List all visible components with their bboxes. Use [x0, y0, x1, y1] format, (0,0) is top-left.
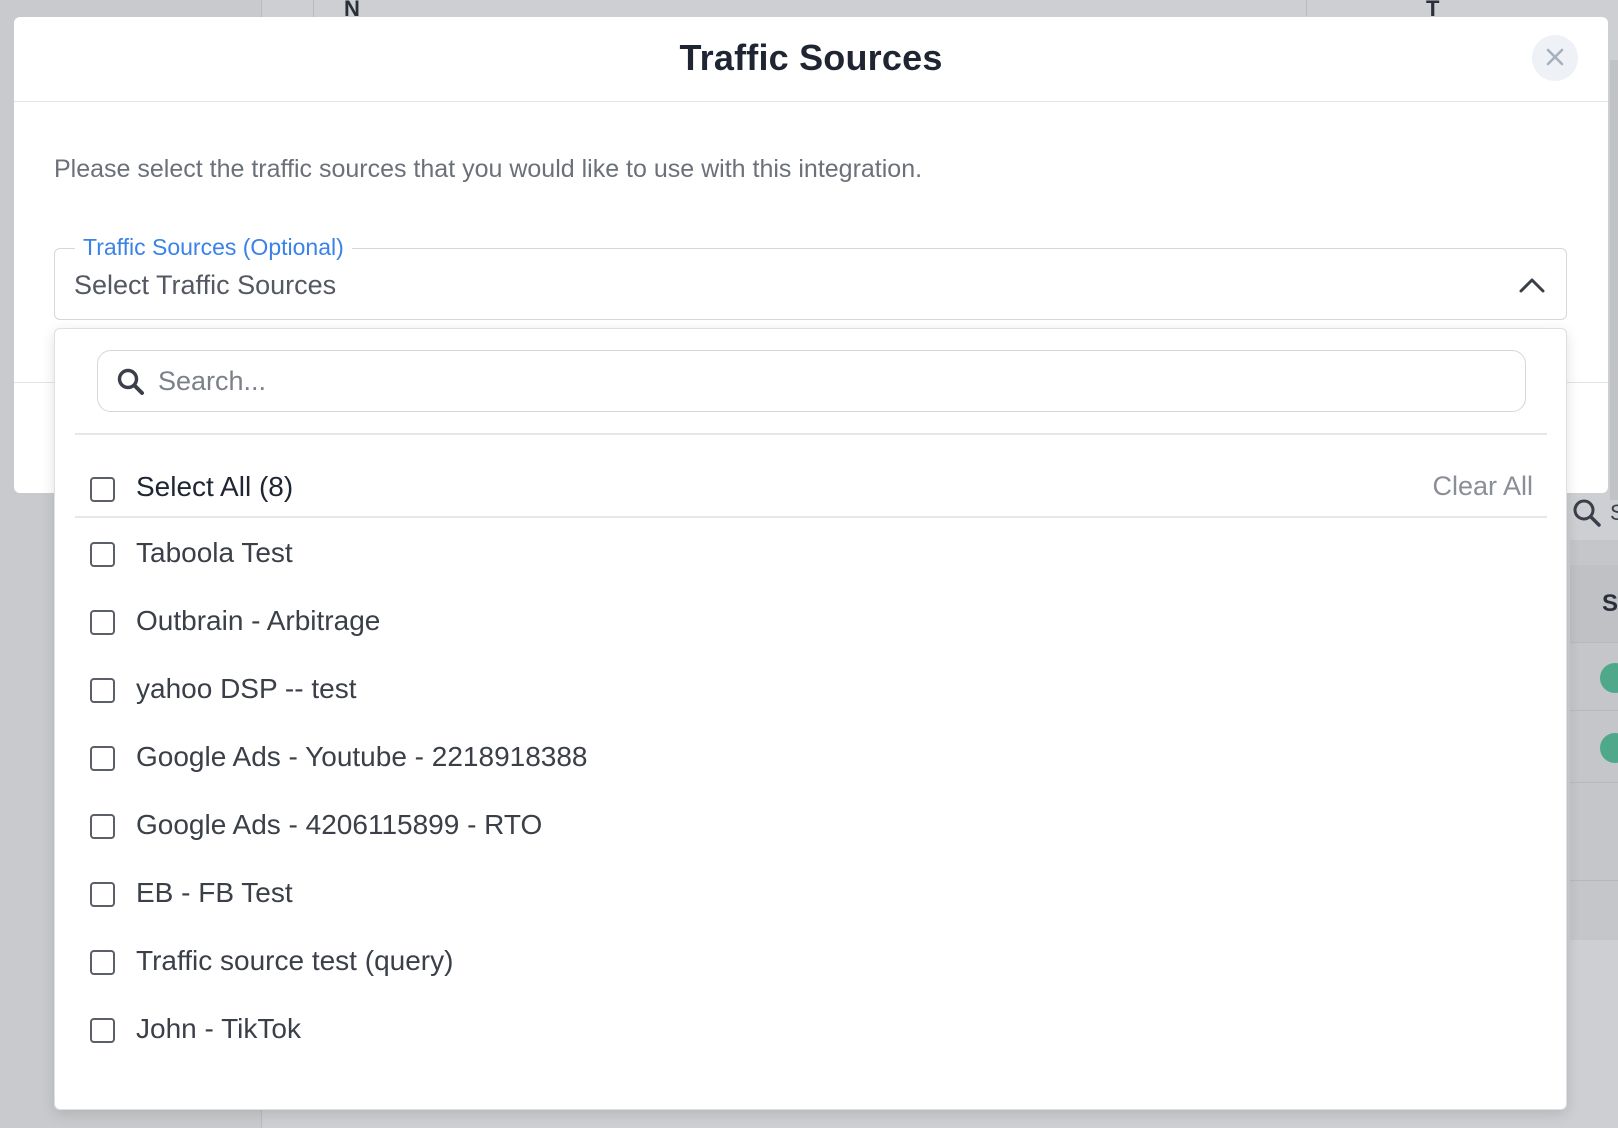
- field-label: Traffic Sources (Optional): [75, 234, 352, 261]
- option-label: Google Ads - Youtube - 2218918388: [136, 741, 588, 772]
- clear-all-button[interactable]: Clear All: [1432, 471, 1533, 502]
- option-label: Traffic source test (query): [136, 945, 454, 976]
- traffic-sources-select[interactable]: Traffic Sources (Optional) Select Traffi…: [54, 234, 1567, 320]
- option-label: Google Ads - 4206115899 - RTO: [136, 809, 543, 840]
- background-right-panel: [1610, 60, 1618, 500]
- option-google-ads-rto[interactable]: Google Ads - 4206115899 - RTO: [75, 792, 1547, 862]
- search-box[interactable]: [97, 350, 1526, 412]
- select-all-row[interactable]: Select All (8) Clear All: [75, 435, 1547, 518]
- option-label: EB - FB Test: [136, 877, 293, 908]
- option-eb-fb-test[interactable]: EB - FB Test: [75, 860, 1547, 930]
- option-label: Outbrain - Arbitrage: [136, 605, 381, 636]
- select-all-label: Select All (8): [136, 471, 294, 502]
- option-checkbox[interactable]: [90, 882, 115, 907]
- traffic-sources-dropdown: Select All (8) Clear All Taboola Test Ou…: [54, 328, 1567, 1110]
- option-checkbox[interactable]: [90, 1018, 115, 1043]
- option-label: yahoo DSP -- test: [136, 673, 357, 704]
- background-search-text: S: [1610, 500, 1618, 525]
- option-outbrain-arbitrage[interactable]: Outbrain - Arbitrage: [75, 588, 1547, 658]
- background-search-icon: [1572, 498, 1602, 533]
- modal-title: Traffic Sources: [679, 37, 943, 78]
- background-row-divider: [1570, 642, 1618, 643]
- background-row-divider: [1570, 880, 1618, 881]
- option-checkbox[interactable]: [90, 746, 115, 771]
- option-label: John - TikTok: [136, 1013, 301, 1044]
- select-all-checkbox[interactable]: [90, 477, 115, 502]
- option-traffic-source-test[interactable]: Traffic source test (query): [75, 928, 1547, 998]
- option-checkbox[interactable]: [90, 814, 115, 839]
- background-header-divider: [1306, 0, 1307, 16]
- background-row-divider: [1570, 782, 1618, 783]
- field-value: Select Traffic Sources: [74, 270, 337, 300]
- option-google-ads-youtube[interactable]: Google Ads - Youtube - 2218918388: [75, 724, 1547, 794]
- background-row-divider: [1570, 710, 1618, 711]
- option-taboola-test[interactable]: Taboola Test: [75, 520, 1547, 590]
- option-john-tiktok[interactable]: John - TikTok: [75, 996, 1547, 1066]
- option-checkbox[interactable]: [90, 678, 115, 703]
- option-checkbox[interactable]: [90, 542, 115, 567]
- modal-description: Please select the traffic sources that y…: [54, 155, 923, 183]
- option-checkbox[interactable]: [90, 950, 115, 975]
- background-table-header-text: S: [1602, 590, 1618, 617]
- option-yahoo-dsp-test[interactable]: yahoo DSP -- test: [75, 656, 1547, 726]
- option-checkbox[interactable]: [90, 610, 115, 635]
- option-label: Taboola Test: [136, 537, 293, 568]
- close-icon: [1545, 47, 1565, 70]
- modal-header: Traffic Sources: [14, 17, 1608, 102]
- close-button[interactable]: [1532, 35, 1578, 81]
- chevron-up-icon[interactable]: [1518, 271, 1546, 299]
- search-icon: [116, 367, 146, 397]
- search-input[interactable]: [158, 361, 1498, 401]
